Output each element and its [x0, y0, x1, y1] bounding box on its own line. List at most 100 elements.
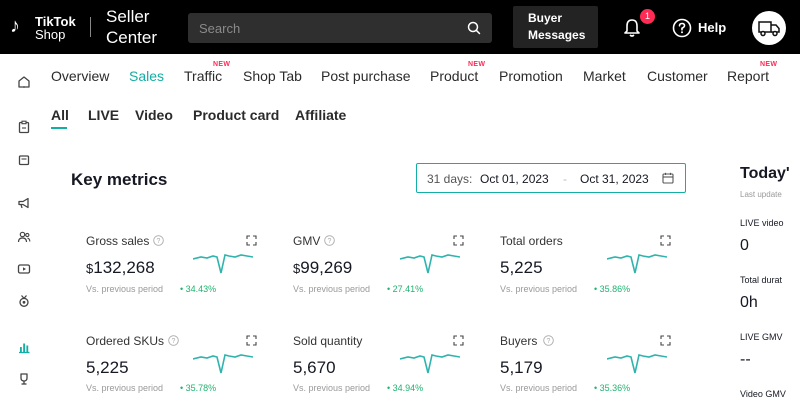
vs-previous-label: Vs. previous period — [500, 383, 578, 393]
subtab-affiliate[interactable]: Affiliate — [295, 107, 346, 123]
megaphone-icon[interactable] — [17, 196, 31, 210]
today-panel-title: Today' — [740, 165, 790, 182]
date-range-prefix: 31 days: — [427, 172, 473, 186]
tab-promotion[interactable]: Promotion — [499, 68, 563, 84]
metric-change: • 34.94% — [387, 383, 424, 393]
info-icon[interactable]: ? — [168, 335, 179, 346]
buyer-messages-line2: Messages — [528, 28, 586, 42]
trophy-icon[interactable] — [17, 372, 31, 386]
vs-previous-label: Vs. previous period — [500, 284, 578, 294]
bag-icon[interactable] — [17, 152, 31, 166]
metric-change: • 34.43% — [180, 284, 217, 294]
metric-change-value: 35.86% — [599, 284, 631, 294]
buyer-messages-line1: Buyer — [528, 11, 563, 25]
search-icon[interactable] — [466, 20, 482, 36]
vs-previous-label: Vs. previous period — [86, 284, 164, 294]
expand-icon[interactable] — [453, 335, 464, 346]
home-icon[interactable] — [17, 75, 31, 89]
date-start[interactable]: Oct 01, 2023 — [480, 172, 549, 186]
seller-center-line2: Center — [106, 28, 158, 47]
metric-label: Buyers — [500, 334, 538, 348]
tiktok-shop-logo[interactable]: ♪ TikTok Shop — [10, 12, 90, 42]
chart-icon[interactable] — [17, 340, 31, 354]
logo-divider — [90, 17, 91, 37]
tab-label: Sales — [129, 68, 165, 84]
metric-change-value: 35.78% — [185, 383, 217, 393]
tab-overview[interactable]: Overview — [51, 68, 109, 84]
date-end[interactable]: Oct 31, 2023 — [580, 172, 649, 186]
tab-sales[interactable]: Sales — [129, 68, 164, 84]
calendar-icon[interactable] — [662, 172, 674, 184]
subtab-active-indicator — [51, 127, 67, 129]
metric-change-value: 35.36% — [599, 383, 631, 393]
tab-shop-tab[interactable]: Shop Tab — [243, 68, 302, 84]
metric-value: $132,268 — [86, 258, 155, 278]
sparkline-chart — [193, 354, 253, 374]
avatar[interactable] — [752, 11, 786, 45]
bell-icon[interactable] — [621, 17, 643, 39]
expand-icon[interactable] — [453, 235, 464, 246]
vs-previous-label: Vs. previous period — [293, 284, 371, 294]
subtab-live[interactable]: LIVE — [88, 107, 119, 123]
metric-value: 5,225 — [500, 258, 543, 278]
date-separator: - — [563, 172, 567, 186]
tab-label: Shop Tab — [243, 68, 302, 84]
video-icon[interactable] — [17, 262, 31, 276]
tab-report[interactable]: Report NEW — [727, 61, 777, 84]
subtab-video[interactable]: Video — [135, 107, 173, 123]
tab-label: Customer — [647, 68, 708, 84]
metric-value: $99,269 — [293, 258, 352, 278]
help-link[interactable]: Help — [698, 20, 726, 35]
metric-number: 5,179 — [500, 358, 543, 377]
tab-product[interactable]: Product NEW — [430, 61, 485, 84]
tab-label: Traffic — [184, 68, 223, 84]
metric-number: 5,225 — [500, 258, 543, 277]
metric-label: Ordered SKUs — [86, 334, 165, 348]
today-metric-label: LIVE GMV — [740, 332, 783, 342]
clipboard-icon[interactable] — [17, 120, 31, 134]
new-badge: NEW — [213, 61, 231, 68]
tab-market[interactable]: Market — [583, 68, 626, 84]
sparkline-chart — [400, 354, 460, 374]
top-bar: ♪ TikTok Shop Seller Center Buyer Messag… — [0, 0, 800, 54]
vs-previous-label: Vs. previous period — [86, 383, 164, 393]
metric-label: GMV — [293, 234, 321, 248]
tab-customer[interactable]: Customer — [647, 68, 708, 84]
users-icon[interactable] — [17, 230, 31, 244]
metric-label: Total orders — [500, 234, 563, 248]
svg-text:?: ? — [157, 238, 161, 245]
expand-icon[interactable] — [660, 235, 671, 246]
help-icon[interactable] — [672, 18, 692, 38]
metric-change-value: 34.43% — [185, 284, 217, 294]
delivery-truck-icon — [758, 21, 780, 37]
subtab-product-card[interactable]: Product card — [193, 107, 279, 123]
search-input[interactable] — [188, 13, 458, 43]
metric-label: Sold quantity — [293, 334, 363, 348]
metric-number: 99,269 — [300, 258, 353, 277]
metric-change-value: 34.94% — [392, 383, 424, 393]
notification-badge: 1 — [640, 9, 655, 24]
today-metric-label: Total durat — [740, 275, 783, 285]
expand-icon[interactable] — [660, 335, 671, 346]
info-icon[interactable]: ? — [543, 335, 554, 346]
metric-change: • 27.41% — [387, 284, 424, 294]
tab-label: Promotion — [499, 68, 563, 84]
expand-icon[interactable] — [246, 335, 257, 346]
tab-post-purchase[interactable]: Post purchase — [321, 68, 411, 84]
today-metric-value: 0 — [740, 237, 749, 254]
today-metric-value: 0h — [740, 294, 758, 311]
vs-previous-label: Vs. previous period — [293, 383, 371, 393]
info-icon[interactable]: ? — [153, 235, 164, 246]
subtab-all[interactable]: All — [51, 107, 69, 123]
info-icon[interactable]: ? — [324, 235, 335, 246]
metric-number: 5,670 — [293, 358, 336, 377]
medal-icon[interactable] — [17, 294, 31, 308]
today-metric-value: -- — [740, 351, 751, 368]
svg-text:?: ? — [172, 338, 176, 345]
metric-value: 5,670 — [293, 358, 336, 378]
date-range-picker[interactable]: 31 days: Oct 01, 2023 - Oct 31, 2023 — [416, 163, 686, 193]
buyer-messages-button[interactable]: Buyer Messages — [513, 6, 598, 48]
tab-traffic[interactable]: Traffic NEW — [184, 61, 230, 84]
metric-change: • 35.86% — [594, 284, 631, 294]
expand-icon[interactable] — [246, 235, 257, 246]
